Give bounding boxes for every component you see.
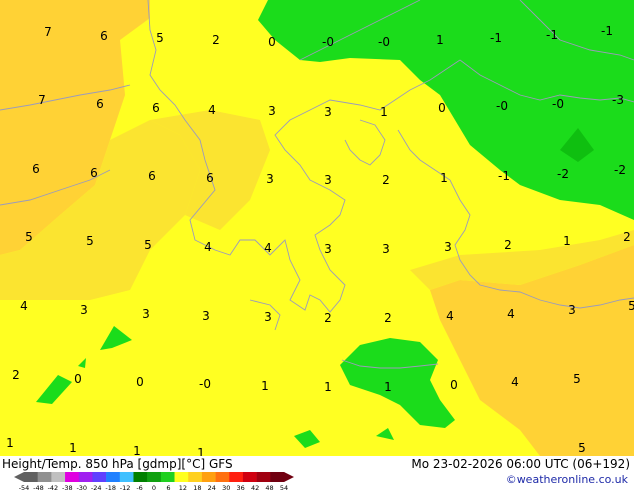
temperature-label: 4 [507,307,515,321]
temperature-label: 3 [80,303,88,317]
temperature-label: 1 [324,380,332,394]
temperature-label: 6 [100,29,108,43]
temperature-label: 3 [324,105,332,119]
temperature-label: -2 [614,163,626,177]
temperature-label: 6 [90,166,98,180]
temperature-label: 1 [6,436,14,450]
temperature-label: 0 [136,375,144,389]
temperature-label: -3 [612,93,624,107]
temperature-label: -0 [199,377,211,391]
temperature-label: 6 [96,97,104,111]
temperature-label: 3 [568,303,576,317]
temperature-label: 2 [12,368,20,382]
map-title: Height/Temp. 850 hPa [gdmp][°C] GFS [2,457,233,471]
colorbar-swatch [24,472,38,482]
temperature-label: 3 [382,242,390,256]
temperature-label: 0 [450,378,458,392]
colorbar-swatch [65,472,80,482]
temperature-label: 6 [148,169,156,183]
colorbar-swatch [160,472,175,482]
temperature-label: 3 [142,307,150,321]
temperature-label: 2 [212,33,220,47]
colorbar-swatch [256,472,271,482]
temperature-label: 1 [69,441,77,455]
temperature-label: 5 [144,238,152,252]
temperature-label: 5 [628,299,634,313]
temperature-label: 7 [44,25,52,39]
temperature-label: -0 [322,35,334,49]
temperature-label: 5 [86,234,94,248]
colorbar-swatch [147,472,162,482]
colorbar-swatch [133,472,148,482]
temperature-label: 1 [384,380,392,394]
temperature-label: 4 [20,299,28,313]
temperature-label: 2 [623,230,631,244]
temperature-label: -2 [557,167,569,181]
temperature-label: 1 [440,171,448,185]
colorbar-swatch [270,472,285,482]
temperature-label: 3 [268,104,276,118]
temperature-label: -1 [601,24,613,38]
colorbar-swatch [37,472,52,482]
temperature-label: 1 [133,444,141,456]
temperature-label: 6 [152,101,160,115]
colorbar-swatch [215,472,230,482]
temperature-label: -1 [498,169,510,183]
temperature-label: -0 [496,99,508,113]
credit-link[interactable]: ©weatheronline.co.uk [506,473,628,486]
temperature-label: 4 [204,240,212,254]
temperature-label: 5 [573,372,581,386]
temperature-label: 1 [197,446,205,456]
colorbar-swatch [242,472,257,482]
temperature-label: -0 [378,35,390,49]
temperature-label: 3 [324,173,332,187]
temperature-label: 5 [578,441,586,455]
temperature-label: 5 [156,31,164,45]
colorbar-arrow-left [14,472,24,482]
colorbar-swatch [119,472,134,482]
temperature-label: 3 [202,309,210,323]
temperature-label: 4 [511,375,519,389]
temperature-label: 6 [32,162,40,176]
colorbar-arrow-right [284,472,294,482]
temperature-label: 5 [25,230,33,244]
temperature-label: 3 [444,240,452,254]
forecast-time: Mo 23-02-2026 06:00 UTC (06+192) [411,457,630,471]
weather-map: 7 6 5 2 0 -0 -0 1 -1 -1 -1 7 6 6 4 3 3 1 0 -0 -0 -3 6 6 6 6 3 3 2 1 -1… [0,0,634,456]
colorbar-swatch [174,472,189,482]
temperature-label: 4 [264,241,272,255]
colorbar-swatch [78,472,93,482]
temperature-label: 0 [438,101,446,115]
temperature-label: 6 [206,171,214,185]
temperature-label: -1 [546,28,558,42]
colorbar-swatch [201,472,216,482]
temperature-label: -0 [552,97,564,111]
temperature-label: 1 [436,33,444,47]
temperature-label: 2 [504,238,512,252]
colorbar-swatch [188,472,203,482]
temperature-label: 1 [563,234,571,248]
temperature-label: 2 [324,311,332,325]
temperature-label: 2 [382,173,390,187]
colorbar-swatch [51,472,66,482]
temperature-label: 3 [266,172,274,186]
temperature-label: 4 [446,309,454,323]
temperature-label: 0 [74,372,82,386]
map-footer: Height/Temp. 850 hPa [gdmp][°C] GFS Mo 2… [0,456,634,491]
colorbar [14,472,294,482]
colorbar-swatch [92,472,107,482]
colorbar-swatch [229,472,244,482]
temperature-label: 1 [380,105,388,119]
temperature-label: 1 [261,379,269,393]
temperature-label: 2 [384,311,392,325]
temperature-label: 7 [38,93,46,107]
temperature-label: 4 [208,103,216,117]
temperature-label: 0 [268,35,276,49]
temperature-label: -1 [490,31,502,45]
colorbar-swatch [106,472,121,482]
temperature-label: 3 [324,242,332,256]
temperature-label: 3 [264,310,272,324]
